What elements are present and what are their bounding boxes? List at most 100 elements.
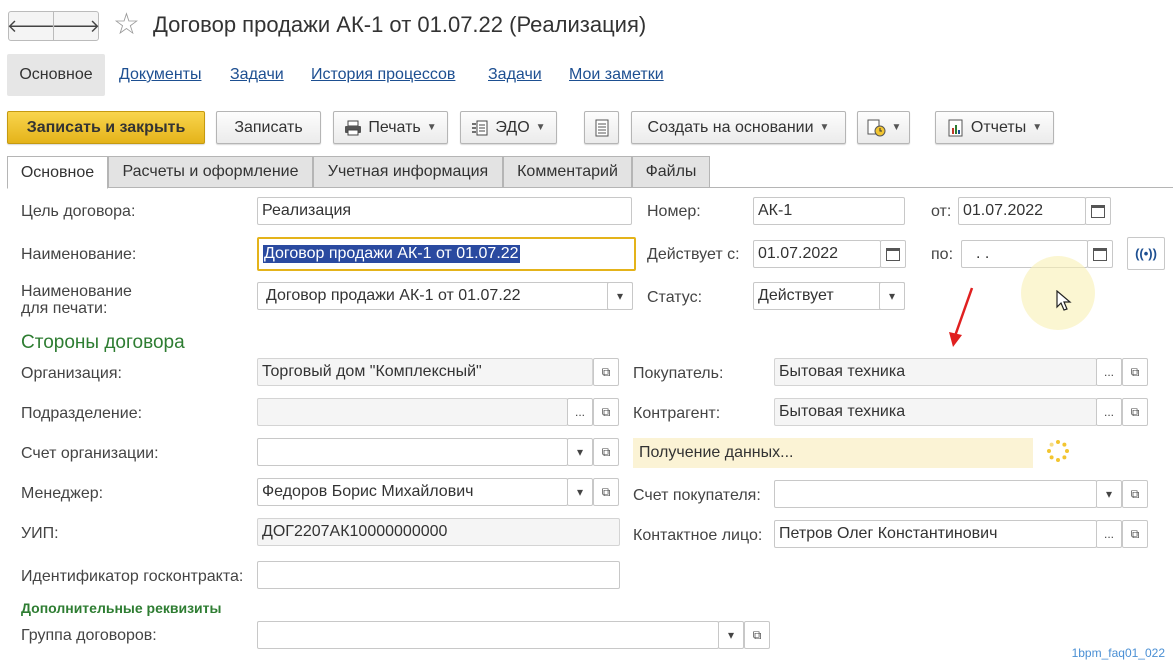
buyer-account-label: Счет покупателя: bbox=[633, 487, 761, 504]
nav-tasks-2[interactable]: Задачи bbox=[488, 66, 542, 84]
contract-group-label: Группа договоров: bbox=[21, 627, 157, 644]
forward-button[interactable]: 🡒 bbox=[52, 11, 100, 41]
tab-settlements[interactable]: Расчеты и оформление bbox=[108, 156, 313, 188]
valid-from-calendar-button[interactable] bbox=[880, 240, 906, 268]
open-icon: ⧉ bbox=[601, 444, 611, 459]
org-account-field[interactable] bbox=[257, 438, 568, 466]
tab-selected-cover bbox=[8, 186, 107, 189]
nav-documents[interactable]: Документы bbox=[119, 66, 201, 84]
org-account-open-button[interactable]: ⧉ bbox=[593, 438, 619, 466]
save-and-close-button[interactable]: Записать и закрыть bbox=[7, 111, 205, 144]
org-account-dropdown-button[interactable]: ▾ bbox=[567, 438, 593, 466]
print-name-dropdown-button[interactable]: ▾ bbox=[607, 282, 633, 310]
reports-button[interactable]: Отчеты ▼ bbox=[935, 111, 1054, 144]
organization-label: Организация: bbox=[21, 365, 122, 382]
open-icon: ⧉ bbox=[1130, 404, 1140, 419]
tab-main[interactable]: Основное bbox=[7, 156, 108, 189]
save-and-close-label: Записать и закрыть bbox=[26, 118, 186, 136]
counterparty-field[interactable]: Бытовая техника bbox=[774, 398, 1097, 426]
ellipsis-icon: ... bbox=[1103, 365, 1114, 379]
open-icon: ⧉ bbox=[601, 364, 611, 379]
organization-open-button[interactable]: ⧉ bbox=[593, 358, 619, 386]
nav-tasks[interactable]: Задачи bbox=[230, 66, 284, 84]
loading-text: Получение данных... bbox=[639, 444, 794, 461]
uip-field[interactable]: ДОГ2207АК10000000000 bbox=[257, 518, 620, 546]
buyer-account-dropdown-button[interactable]: ▾ bbox=[1096, 480, 1122, 508]
chevron-down-icon: ▾ bbox=[616, 289, 624, 303]
gov-contract-label: Идентификатор госконтракта: bbox=[21, 568, 244, 585]
window-title: Договор продажи АК-1 от 01.07.22 (Реализ… bbox=[153, 12, 647, 37]
organization-field[interactable]: Торговый дом "Комплексный" bbox=[257, 358, 593, 386]
manager-field[interactable]: Федоров Борис Михайлович bbox=[257, 478, 568, 506]
contact-open-button[interactable]: ⧉ bbox=[1122, 520, 1148, 548]
nav-process-history[interactable]: История процессов bbox=[311, 66, 455, 84]
open-icon: ⧉ bbox=[1130, 486, 1140, 501]
back-button[interactable]: 🡐 bbox=[7, 11, 55, 41]
print-button[interactable]: Печать ▼ bbox=[333, 111, 448, 144]
print-name-field[interactable]: Договор продажи АК-1 от 01.07.22 bbox=[257, 282, 633, 310]
status-dropdown-button[interactable]: ▾ bbox=[879, 282, 905, 310]
uip-label: УИП: bbox=[21, 525, 59, 542]
counterparty-select-button[interactable]: ... bbox=[1096, 398, 1122, 426]
from-date-field[interactable]: 01.07.2022 bbox=[958, 197, 1086, 225]
number-label: Номер: bbox=[647, 203, 701, 220]
save-button[interactable]: Записать bbox=[216, 111, 321, 144]
tab-accounting-info[interactable]: Учетная информация bbox=[313, 156, 503, 188]
division-select-button[interactable]: ... bbox=[567, 398, 593, 426]
ellipsis-icon: ... bbox=[574, 405, 585, 419]
loading-banner: Получение данных... bbox=[633, 438, 1033, 468]
open-icon: ⧉ bbox=[601, 404, 611, 419]
buyer-field[interactable]: Бытовая техника bbox=[774, 358, 1097, 386]
valid-to-label: по: bbox=[931, 246, 954, 263]
counterparty-open-button[interactable]: ⧉ bbox=[1122, 398, 1148, 426]
tab-comment[interactable]: Комментарий bbox=[503, 156, 632, 188]
from-date-calendar-button[interactable] bbox=[1085, 197, 1111, 225]
chevron-down-icon: ▾ bbox=[576, 485, 584, 499]
calendar-icon bbox=[886, 247, 900, 261]
dropdown-caret-icon: ▼ bbox=[1032, 122, 1043, 133]
tab-files[interactable]: Файлы bbox=[632, 156, 710, 188]
nav-my-notes[interactable]: Мои заметки bbox=[569, 66, 664, 84]
contact-label: Контактное лицо: bbox=[633, 527, 763, 544]
buyer-account-field[interactable] bbox=[774, 480, 1097, 508]
calendar-icon bbox=[1091, 204, 1105, 218]
contact-field[interactable]: Петров Олег Константинович bbox=[774, 520, 1097, 548]
contract-group-field[interactable] bbox=[257, 621, 719, 649]
number-field[interactable]: АК-1 bbox=[753, 197, 905, 225]
manager-dropdown-button[interactable]: ▾ bbox=[567, 478, 593, 506]
contact-select-button[interactable]: ... bbox=[1096, 520, 1122, 548]
division-field[interactable] bbox=[257, 398, 568, 426]
extra-heading: Дополнительные реквизиты bbox=[21, 600, 222, 616]
contract-group-dropdown-button[interactable]: ▾ bbox=[718, 621, 744, 649]
division-open-button[interactable]: ⧉ bbox=[593, 398, 619, 426]
buyer-account-open-button[interactable]: ⧉ bbox=[1122, 480, 1148, 508]
from-date-label: от: bbox=[931, 203, 952, 220]
buyer-select-button[interactable]: ... bbox=[1096, 358, 1122, 386]
name-field[interactable]: Договор продажи АК-1 от 01.07.22 bbox=[257, 237, 636, 271]
report-icon bbox=[948, 119, 963, 136]
print-name-label-line1: Наименование bbox=[21, 283, 132, 300]
signal-icon: ((•)) bbox=[1135, 246, 1157, 261]
nav-main[interactable]: Основное bbox=[7, 54, 105, 96]
chevron-down-icon: ▾ bbox=[888, 289, 896, 303]
contract-group-open-button[interactable]: ⧉ bbox=[744, 621, 770, 649]
validity-toggle-button[interactable]: ((•)) bbox=[1127, 237, 1165, 270]
attach-button[interactable]: ▼ bbox=[857, 111, 910, 144]
create-based-on-button[interactable]: Создать на основании ▼ bbox=[631, 111, 846, 144]
buyer-open-button[interactable]: ⧉ bbox=[1122, 358, 1148, 386]
favorite-star-icon[interactable]: ☆ bbox=[113, 10, 140, 40]
counterparty-label: Контрагент: bbox=[633, 405, 721, 422]
manager-open-button[interactable]: ⧉ bbox=[593, 478, 619, 506]
valid-to-calendar-button[interactable] bbox=[1087, 240, 1113, 268]
purpose-field[interactable]: Реализация bbox=[257, 197, 632, 225]
open-icon: ⧉ bbox=[1130, 364, 1140, 379]
edo-button[interactable]: ЭДО ▼ bbox=[460, 111, 557, 144]
valid-from-field[interactable]: 01.07.2022 bbox=[753, 240, 881, 268]
list-button[interactable] bbox=[584, 111, 619, 144]
open-icon: ⧉ bbox=[1130, 526, 1140, 541]
chevron-down-icon: ▾ bbox=[1105, 487, 1113, 501]
purpose-label: Цель договора: bbox=[21, 203, 136, 220]
gov-contract-field[interactable] bbox=[257, 561, 620, 589]
parties-heading: Стороны договора bbox=[21, 332, 185, 353]
ellipsis-icon: ... bbox=[1103, 527, 1114, 541]
